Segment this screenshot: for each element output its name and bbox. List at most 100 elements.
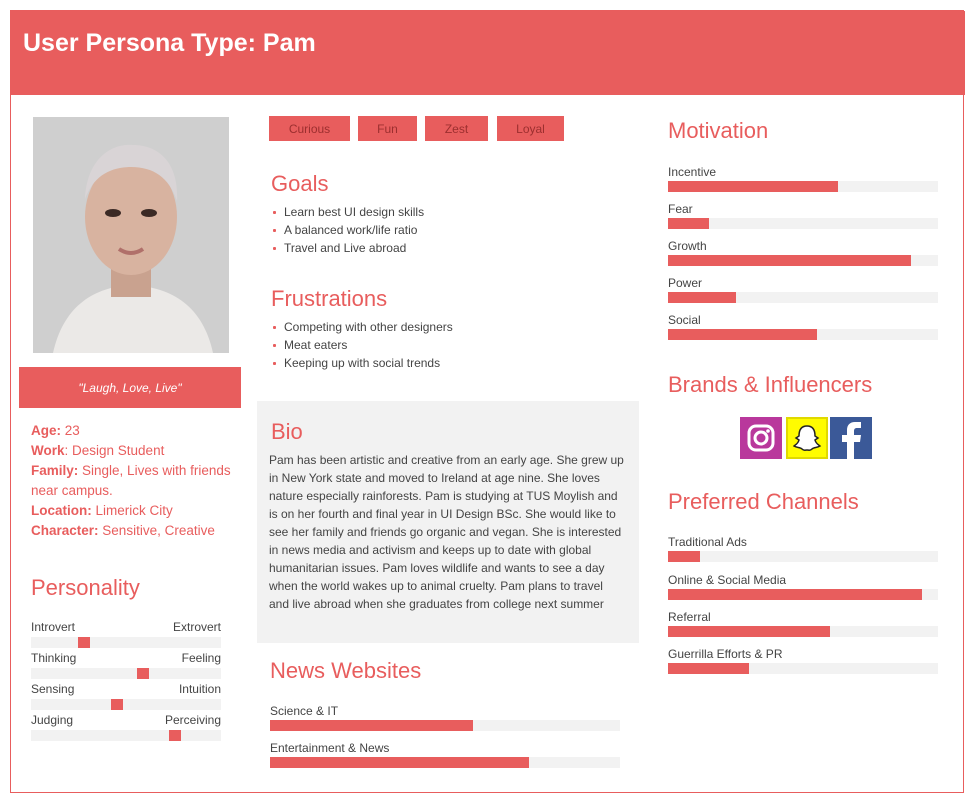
brands-title: Brands & Influencers bbox=[668, 372, 873, 397]
motivation-bar-label: Social bbox=[668, 313, 701, 327]
bio-text: Pam has been artistic and creative from … bbox=[269, 453, 624, 611]
location-row: Location: Limerick City bbox=[31, 503, 173, 518]
bio-panel: Bio Pam has been artistic and creative f… bbox=[257, 401, 639, 643]
trait-tag: Loyal bbox=[497, 116, 564, 141]
bar-fill bbox=[668, 589, 922, 600]
scale-left-label: Thinking bbox=[31, 651, 77, 665]
scale-left-label: Judging bbox=[31, 713, 74, 727]
channel-bar-label: Guerrilla Efforts & PR bbox=[668, 647, 783, 661]
frustrations-title: Frustrations bbox=[271, 286, 388, 311]
instagram-icon[interactable] bbox=[740, 417, 782, 459]
age-value: 23 bbox=[64, 423, 80, 438]
scale-labels: Introvert Extrovert bbox=[31, 620, 221, 636]
family-row: Family: Single, Lives with friends near … bbox=[31, 463, 231, 498]
bar-track bbox=[668, 329, 938, 340]
goal-item: Travel and Live abroad bbox=[271, 239, 424, 257]
persona-card: User Persona Type: Pam "Laugh, Love, Liv… bbox=[10, 10, 965, 793]
scale-right-label: Extrovert bbox=[172, 620, 221, 634]
goals-title: Goals bbox=[271, 171, 329, 196]
scale-right-label: Perceiving bbox=[164, 713, 221, 727]
scale-track bbox=[31, 668, 221, 679]
bar-fill bbox=[668, 329, 817, 340]
news-bar: Entertainment & News bbox=[270, 740, 620, 768]
character-value: Sensitive, Creative bbox=[102, 523, 215, 538]
personality-scale: Sensing Intuition bbox=[31, 682, 221, 710]
channel-bar: Online & Social Media bbox=[668, 572, 938, 600]
channel-bar: Referral bbox=[668, 609, 938, 637]
bar-track bbox=[668, 218, 938, 229]
motivation-bar-label: Fear bbox=[668, 202, 693, 216]
bar-fill bbox=[668, 626, 830, 637]
bar-fill bbox=[668, 663, 749, 674]
motivation-bar: Social bbox=[668, 312, 938, 340]
scale-marker bbox=[78, 637, 91, 648]
trait-tag: Zest bbox=[425, 116, 488, 141]
news-bar-label: Entertainment & News bbox=[270, 741, 390, 755]
channel-bar-label: Referral bbox=[668, 610, 711, 624]
scale-labels: Judging Perceiving bbox=[31, 713, 221, 729]
facebook-icon[interactable] bbox=[830, 417, 872, 459]
motivation-bar-label: Growth bbox=[668, 239, 707, 253]
personality-title: Personality bbox=[31, 575, 140, 600]
bar-track bbox=[668, 181, 938, 192]
motivation-bar: Fear bbox=[668, 201, 938, 229]
bar-track bbox=[668, 551, 938, 562]
bar-track bbox=[668, 663, 938, 674]
scale-right-label: Feeling bbox=[181, 651, 221, 665]
persona-quote: "Laugh, Love, Live" bbox=[19, 367, 241, 408]
scale-marker bbox=[137, 668, 150, 679]
scale-track bbox=[31, 730, 221, 741]
motivation-bar-label: Power bbox=[668, 276, 703, 290]
news-title: News Websites bbox=[270, 658, 422, 683]
age-row: Age: 23 bbox=[31, 423, 80, 438]
bar-fill bbox=[668, 292, 736, 303]
profile-facts: Age: 23 Work: Design Student Family: Sin… bbox=[31, 421, 241, 541]
bar-track bbox=[668, 626, 938, 637]
motivation-bar-label: Incentive bbox=[668, 165, 717, 179]
page-title: User Persona Type: Pam bbox=[23, 29, 316, 57]
trait-tag: Fun bbox=[358, 116, 417, 141]
bar-fill bbox=[668, 218, 709, 229]
bar-track bbox=[270, 720, 620, 731]
bar-track bbox=[668, 255, 938, 266]
work-value: : Design Student bbox=[64, 443, 165, 458]
scale-left-label: Sensing bbox=[31, 682, 75, 696]
header-bar: User Persona Type: Pam bbox=[11, 11, 965, 95]
motivation-bar: Incentive bbox=[668, 164, 938, 192]
channel-bar: Traditional Ads bbox=[668, 534, 938, 562]
frustration-item: Keeping up with social trends bbox=[271, 354, 453, 372]
frustration-item: Competing with other designers bbox=[271, 318, 453, 336]
news-bar-label: Science & IT bbox=[270, 704, 339, 718]
bar-fill bbox=[668, 255, 911, 266]
scale-labels: Sensing Intuition bbox=[31, 682, 221, 698]
scale-labels: Thinking Feeling bbox=[31, 651, 221, 667]
news-bar: Science & IT bbox=[270, 703, 620, 731]
scale-track bbox=[31, 637, 221, 648]
scale-track bbox=[31, 699, 221, 710]
motivation-bar: Power bbox=[668, 275, 938, 303]
scale-marker bbox=[110, 699, 123, 710]
bar-track bbox=[270, 757, 620, 768]
channel-bar: Guerrilla Efforts & PR bbox=[668, 646, 938, 674]
snapchat-icon[interactable] bbox=[786, 417, 828, 459]
frustrations-list: Competing with other designers Meat eater… bbox=[271, 318, 453, 372]
bar-fill bbox=[270, 720, 473, 731]
scale-right-label: Intuition bbox=[178, 682, 221, 696]
bar-track bbox=[668, 589, 938, 600]
frustration-item: Meat eaters bbox=[271, 336, 453, 354]
personality-scale: Judging Perceiving bbox=[31, 713, 221, 741]
goal-item: Learn best UI design skills bbox=[271, 203, 424, 221]
scale-marker bbox=[169, 730, 182, 741]
goal-item: A balanced work/life ratio bbox=[271, 221, 424, 239]
bar-track bbox=[668, 292, 938, 303]
scale-left-label: Introvert bbox=[31, 620, 76, 634]
bar-fill bbox=[668, 181, 839, 192]
personality-scale: Thinking Feeling bbox=[31, 651, 221, 679]
trait-tag: Curious bbox=[269, 116, 350, 141]
bio-title: Bio bbox=[271, 419, 303, 444]
persona-photo bbox=[33, 117, 229, 353]
goals-list: Learn best UI design skills A balanced wo… bbox=[271, 203, 424, 257]
work-row: Work: Design Student bbox=[31, 443, 165, 458]
character-row: Character: Sensitive, Creative bbox=[31, 523, 215, 538]
bar-fill bbox=[270, 757, 529, 768]
